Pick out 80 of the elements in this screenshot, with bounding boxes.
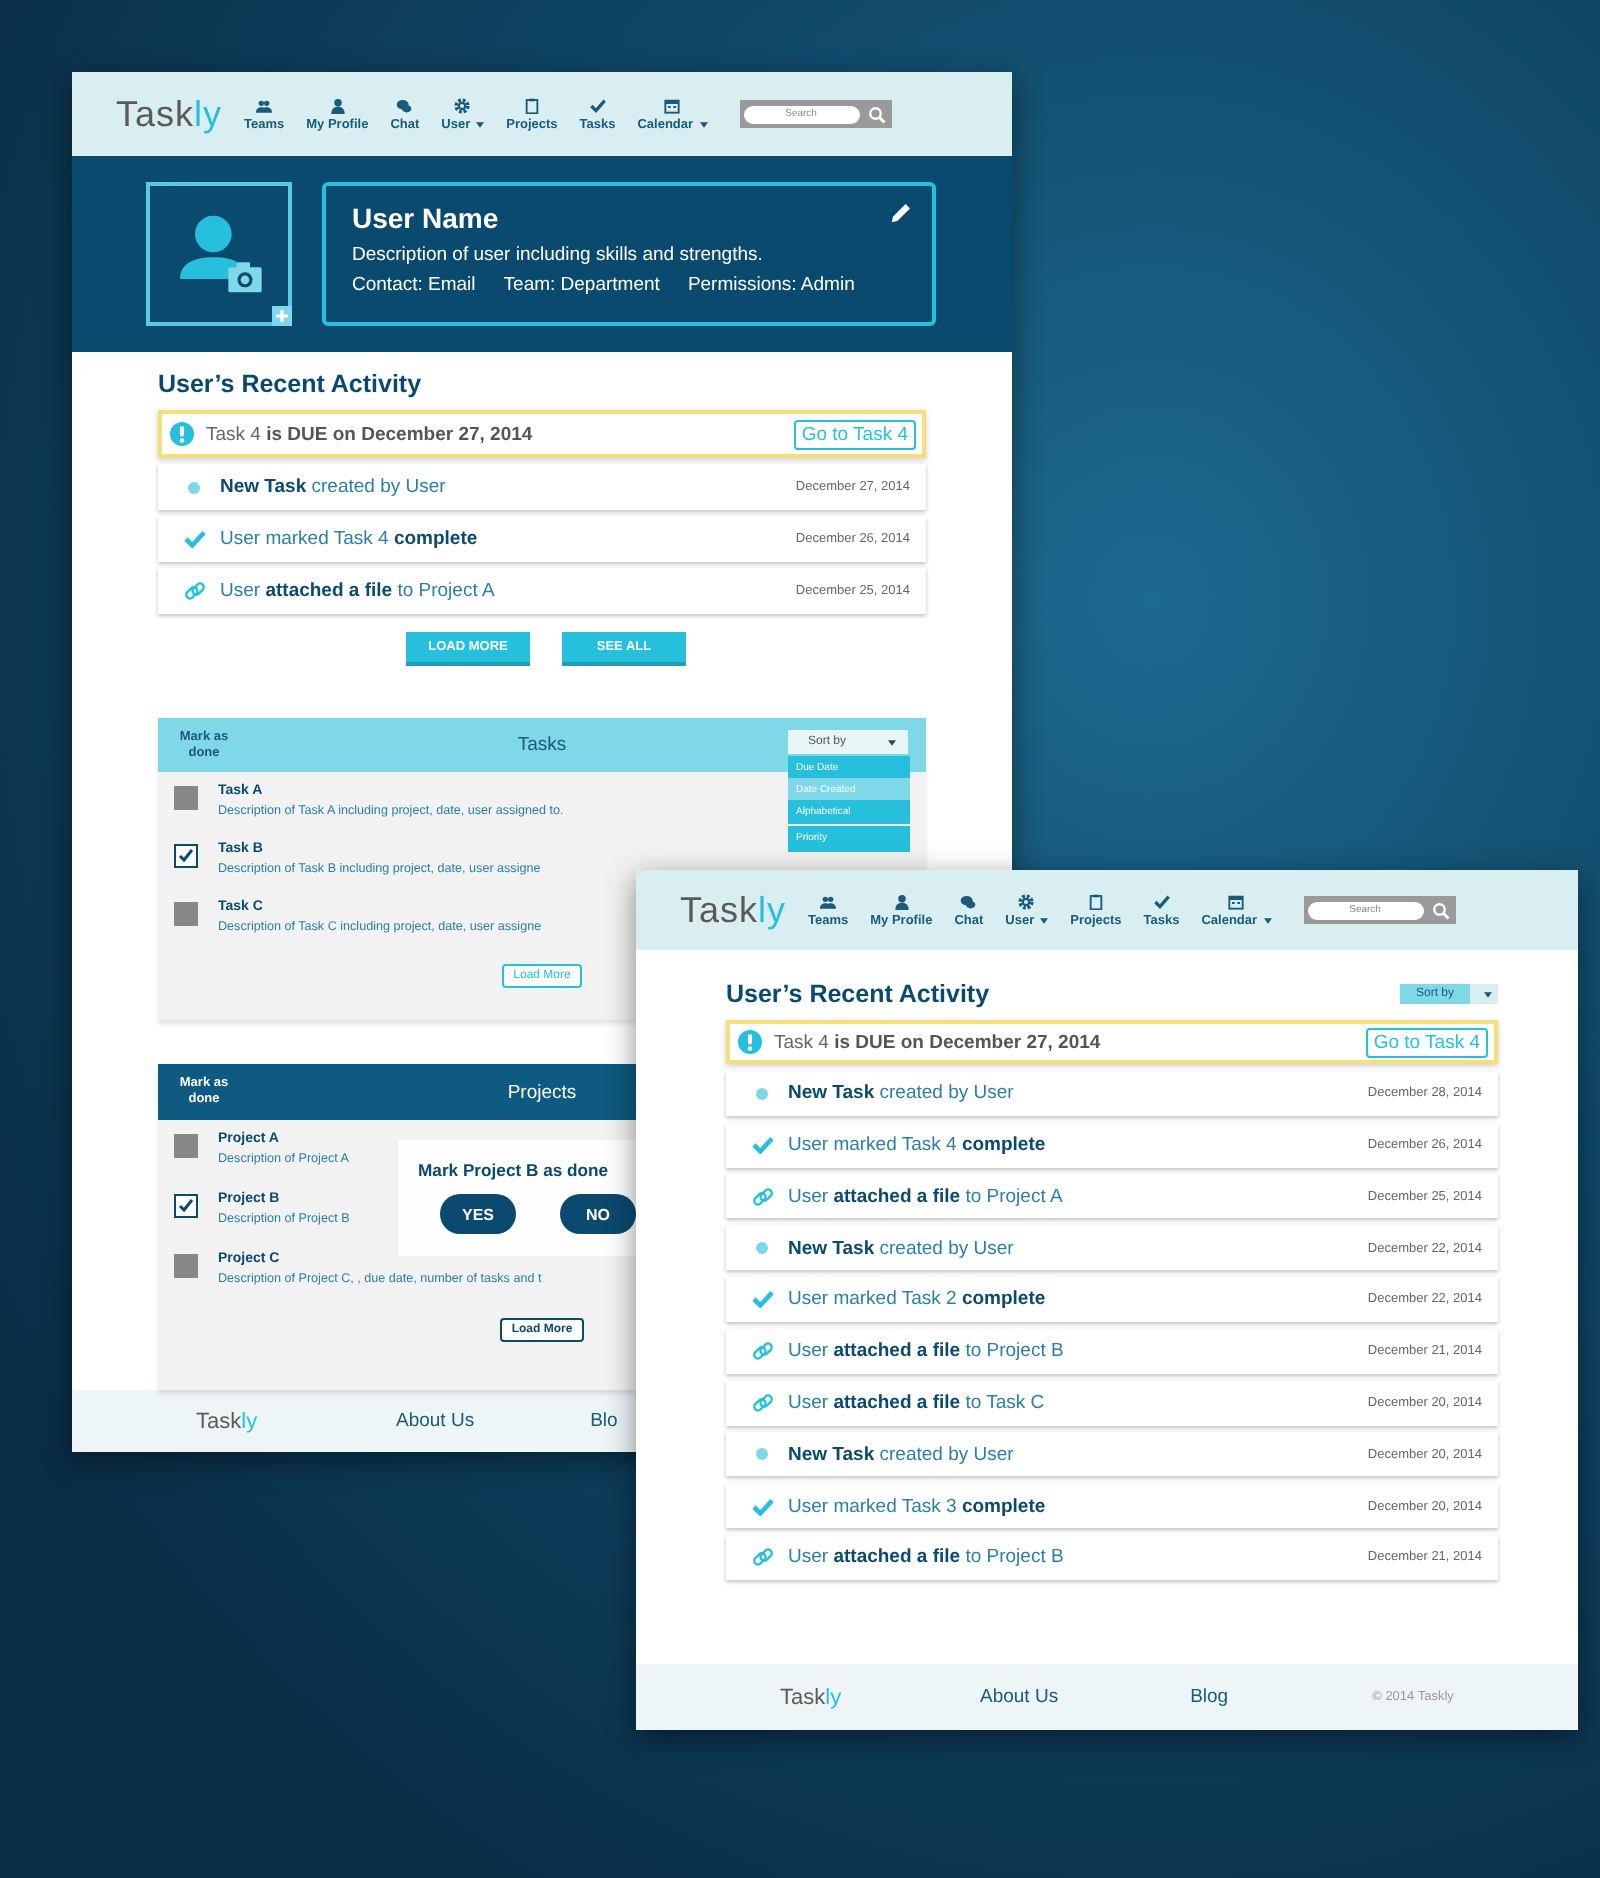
footer-link[interactable]: Blog — [1190, 1686, 1229, 1708]
clipboard-icon — [523, 97, 540, 113]
activity-text: User marked Task 2 complete — [788, 1288, 1046, 1311]
check-icon — [751, 1290, 773, 1309]
checkbox[interactable] — [174, 1134, 198, 1158]
caret-icon — [1040, 917, 1049, 923]
search-icon[interactable] — [1431, 901, 1450, 919]
section-title: User’s Recent Activity — [726, 980, 990, 1008]
user-name: User Name — [352, 202, 499, 234]
people-icon — [256, 97, 273, 113]
gear-icon — [454, 97, 471, 113]
footer-link[interactable]: About Us — [396, 1410, 475, 1432]
check-icon — [751, 1497, 773, 1516]
footer-logo[interactable]: Taskly — [196, 1409, 396, 1433]
team-text: Team: Department — [503, 274, 660, 296]
calendar-icon — [664, 97, 681, 113]
link-icon — [751, 1392, 773, 1415]
footer-link[interactable]: Blo — [590, 1410, 618, 1432]
check-icon — [1153, 893, 1170, 909]
checkbox[interactable] — [174, 786, 198, 810]
activity-text: User marked Task 4 complete — [220, 528, 478, 550]
link-icon — [751, 1185, 773, 1208]
dot-icon — [756, 1242, 768, 1255]
pencil-icon[interactable] — [890, 202, 912, 224]
dot-icon — [756, 1087, 768, 1100]
panel-title: Tasks — [517, 734, 567, 756]
activity-text: User attached a file to Project B — [788, 1340, 1064, 1363]
activity-text: User marked Task 3 complete — [788, 1495, 1046, 1518]
link-icon — [751, 1546, 773, 1569]
chat-icon — [960, 893, 977, 909]
checkbox[interactable] — [174, 844, 198, 868]
check-icon — [751, 1136, 773, 1155]
panel-title: Projects — [507, 1081, 577, 1103]
clipboard-icon — [1087, 893, 1104, 909]
search-icon[interactable] — [867, 105, 886, 123]
check-icon — [589, 97, 606, 113]
check-icon — [183, 530, 205, 548]
logo[interactable]: Taskly — [680, 889, 788, 931]
checkbox[interactable] — [174, 1194, 198, 1218]
section-title: User’s Recent Activity — [158, 370, 422, 398]
link-icon — [183, 580, 205, 602]
dialog-text: Mark Project B as done — [418, 1160, 611, 1180]
activity-text: User attached a file to Project A — [220, 580, 495, 602]
person-icon — [893, 893, 910, 909]
permissions-text: Permissions: Admin — [687, 274, 855, 296]
footer-link[interactable]: About Us — [980, 1686, 1059, 1708]
person-icon — [329, 97, 346, 113]
plus-icon[interactable] — [272, 306, 292, 326]
contact-text: Contact: Email — [352, 274, 476, 296]
caret-icon — [699, 121, 708, 127]
user-description: Description of user including skills and strengths. — [352, 244, 765, 266]
activity-text: New Task created by User — [788, 1082, 1014, 1105]
link-icon — [751, 1340, 773, 1363]
exclamation-icon — [738, 1030, 762, 1054]
activity-text: User attached a file to Task C — [788, 1392, 1045, 1415]
activity-text: New Task created by User — [788, 1237, 1014, 1260]
gear-icon — [1018, 893, 1035, 909]
dialog-button[interactable]: NO — [560, 1194, 636, 1234]
caret-icon — [888, 739, 896, 745]
activity-text: User attached a file to Project A — [788, 1185, 1063, 1208]
activity-text: New Task created by User — [220, 476, 446, 498]
people-icon — [820, 893, 837, 909]
activity-text: New Task created by User — [788, 1443, 1014, 1466]
logo[interactable]: Taskly — [116, 93, 224, 135]
activity-text: User marked Task 4 complete — [788, 1134, 1046, 1157]
exclamation-icon — [170, 422, 194, 446]
alert-text: Task 4 is DUE on December 27, 2014 — [774, 1031, 1101, 1053]
dot-icon — [756, 1448, 768, 1461]
footer-logo[interactable]: Taskly — [780, 1685, 980, 1709]
dialog-button[interactable]: YES — [440, 1194, 516, 1234]
caret-icon — [1483, 991, 1491, 997]
alert-text: Task 4 is DUE on December 27, 2014 — [206, 423, 533, 445]
activity-text: User attached a file to Project B — [788, 1546, 1064, 1569]
caret-icon — [476, 121, 485, 127]
caret-icon — [1263, 917, 1272, 923]
dot-icon — [188, 481, 200, 493]
chat-icon — [396, 97, 413, 113]
checkbox[interactable] — [174, 902, 198, 926]
calendar-icon — [1228, 893, 1245, 909]
checkbox[interactable] — [174, 1254, 198, 1278]
